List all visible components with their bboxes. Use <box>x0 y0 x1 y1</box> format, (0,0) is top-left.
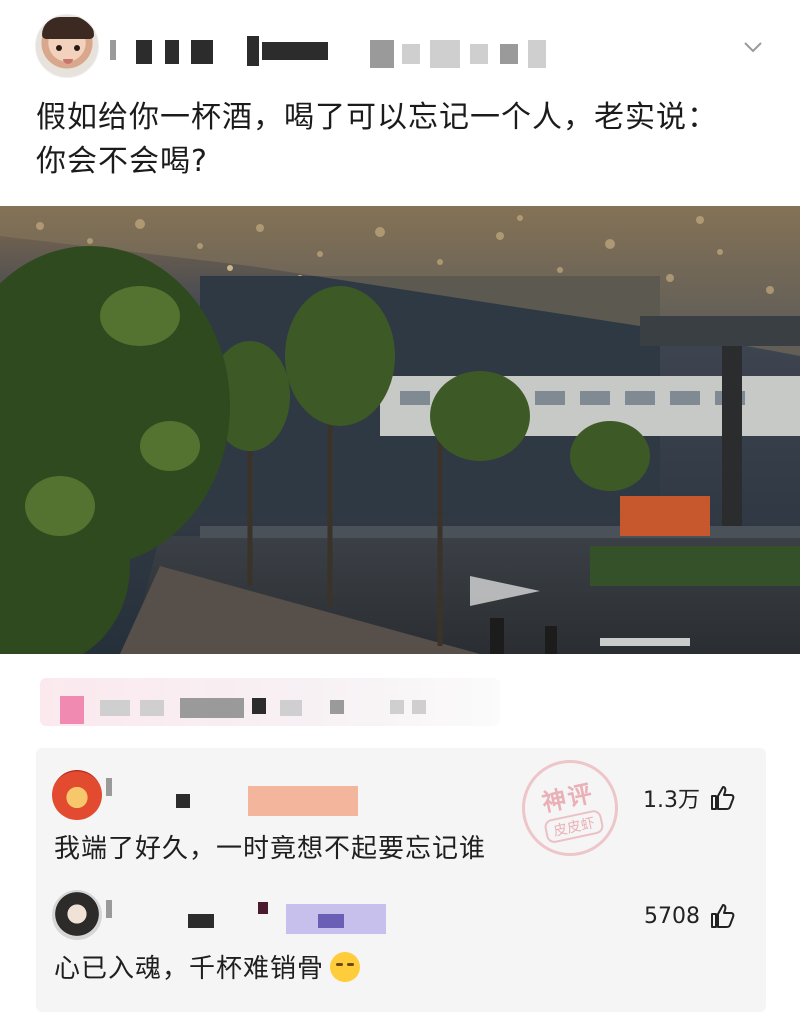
commenter-avatar[interactable] <box>52 890 102 940</box>
like-control[interactable]: 5708 <box>644 902 736 930</box>
user-avatar[interactable] <box>35 14 99 78</box>
like-count: 5708 <box>644 903 700 929</box>
post-header <box>0 0 800 95</box>
hot-comments-box: 1.3万 我端了好久，一时竟想不起要忘记谁 5708 心已入魂，千杯难销骨 <box>36 748 766 1012</box>
comment-item: 1.3万 我端了好久，一时竟想不起要忘记谁 <box>36 748 766 868</box>
comment-item: 5708 心已入魂，千杯难销骨 <box>36 868 766 988</box>
like-control[interactable]: 1.3万 <box>643 782 736 814</box>
post-text-line2: 你会不会喝? <box>36 144 208 179</box>
post-text: 假如给你一杯酒，喝了可以忘记一个人，老实说： 你会不会喝? <box>36 96 776 184</box>
post-text-line1: 假如给你一杯酒，喝了可以忘记一个人，老实说： <box>36 100 718 135</box>
chevron-down-icon[interactable] <box>742 36 764 58</box>
comment-text: 心已入魂，千杯难销骨 <box>54 948 361 985</box>
thumbs-up-icon[interactable] <box>708 784 736 812</box>
like-count: 1.3万 <box>643 788 700 813</box>
comment-text-content: 心已入魂，千杯难销骨 <box>54 954 325 984</box>
post-photo[interactable] <box>0 206 800 654</box>
commenter-avatar[interactable] <box>52 770 102 820</box>
emoji-face-icon <box>330 952 361 982</box>
censored-caption-row <box>40 678 500 726</box>
comment-text: 我端了好久，一时竟想不起要忘记谁 <box>54 834 487 864</box>
thumbs-up-icon[interactable] <box>708 902 736 930</box>
